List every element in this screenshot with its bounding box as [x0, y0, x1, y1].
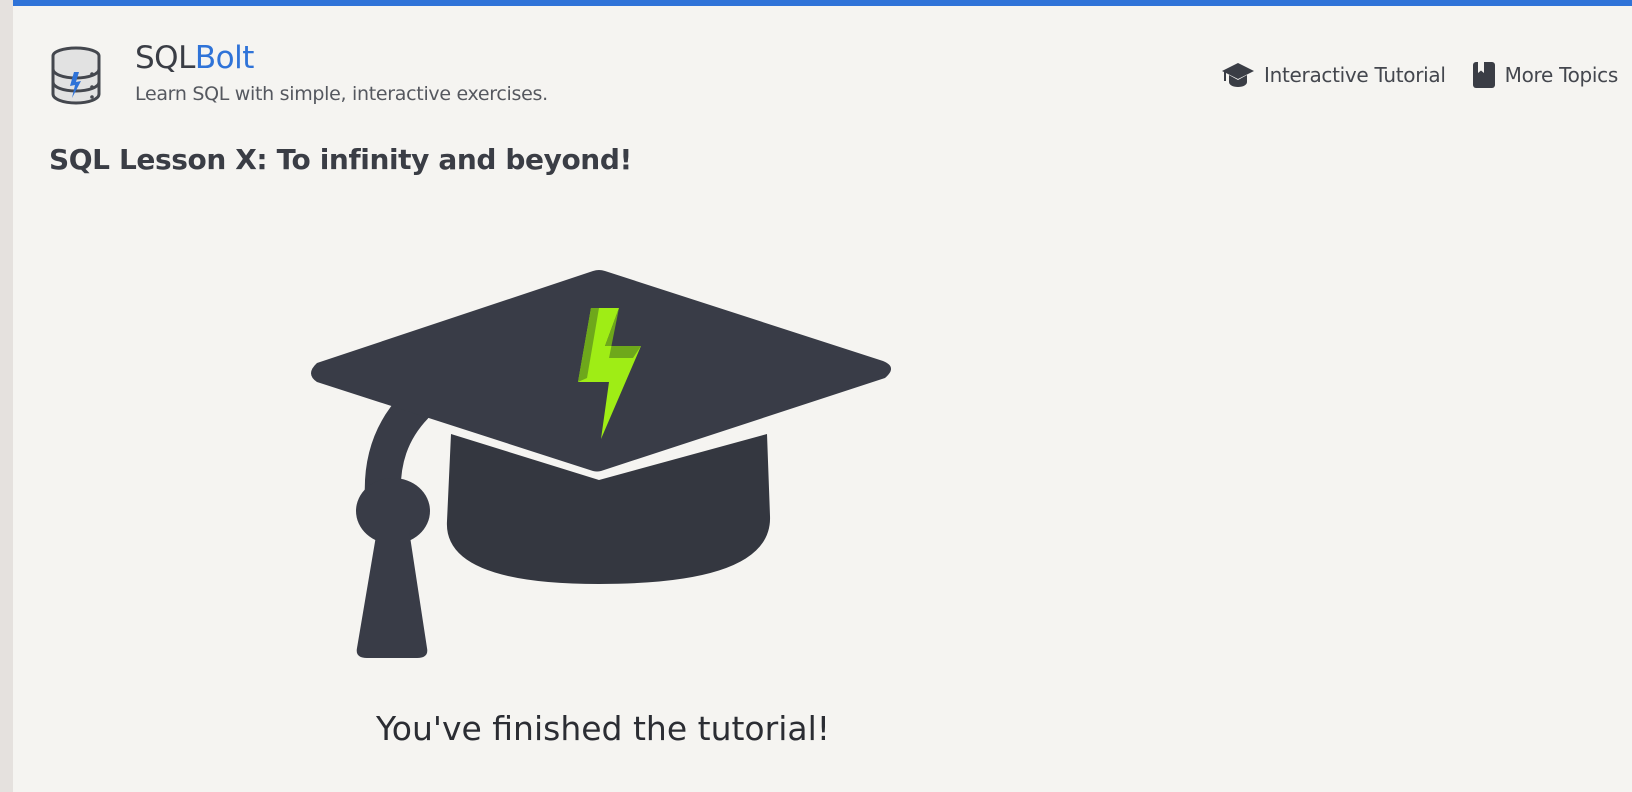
nav-label: More Topics	[1504, 63, 1619, 87]
tagline: Learn SQL with simple, interactive exerc…	[135, 83, 548, 105]
brand-prefix: SQL	[135, 40, 195, 76]
finish-message: You've finished the tutorial!	[376, 709, 830, 748]
page: SQLBolt Learn SQL with simple, interacti…	[13, 0, 1632, 792]
top-nav: Interactive Tutorial More Topics	[1221, 61, 1618, 89]
graduation-cap-icon	[1221, 61, 1255, 89]
database-bolt-icon[interactable]	[49, 44, 103, 106]
book-icon	[1472, 61, 1496, 89]
nav-more-topics[interactable]: More Topics	[1472, 61, 1618, 89]
nav-label: Interactive Tutorial	[1264, 63, 1446, 87]
nav-interactive-tutorial[interactable]: Interactive Tutorial	[1221, 61, 1446, 89]
lesson-title: SQL Lesson X: To infinity and beyond!	[49, 143, 632, 176]
graduation-cap-bolt-icon	[303, 266, 903, 686]
brand-name[interactable]: SQLBolt	[135, 40, 254, 76]
brand-suffix: Bolt	[194, 40, 255, 76]
